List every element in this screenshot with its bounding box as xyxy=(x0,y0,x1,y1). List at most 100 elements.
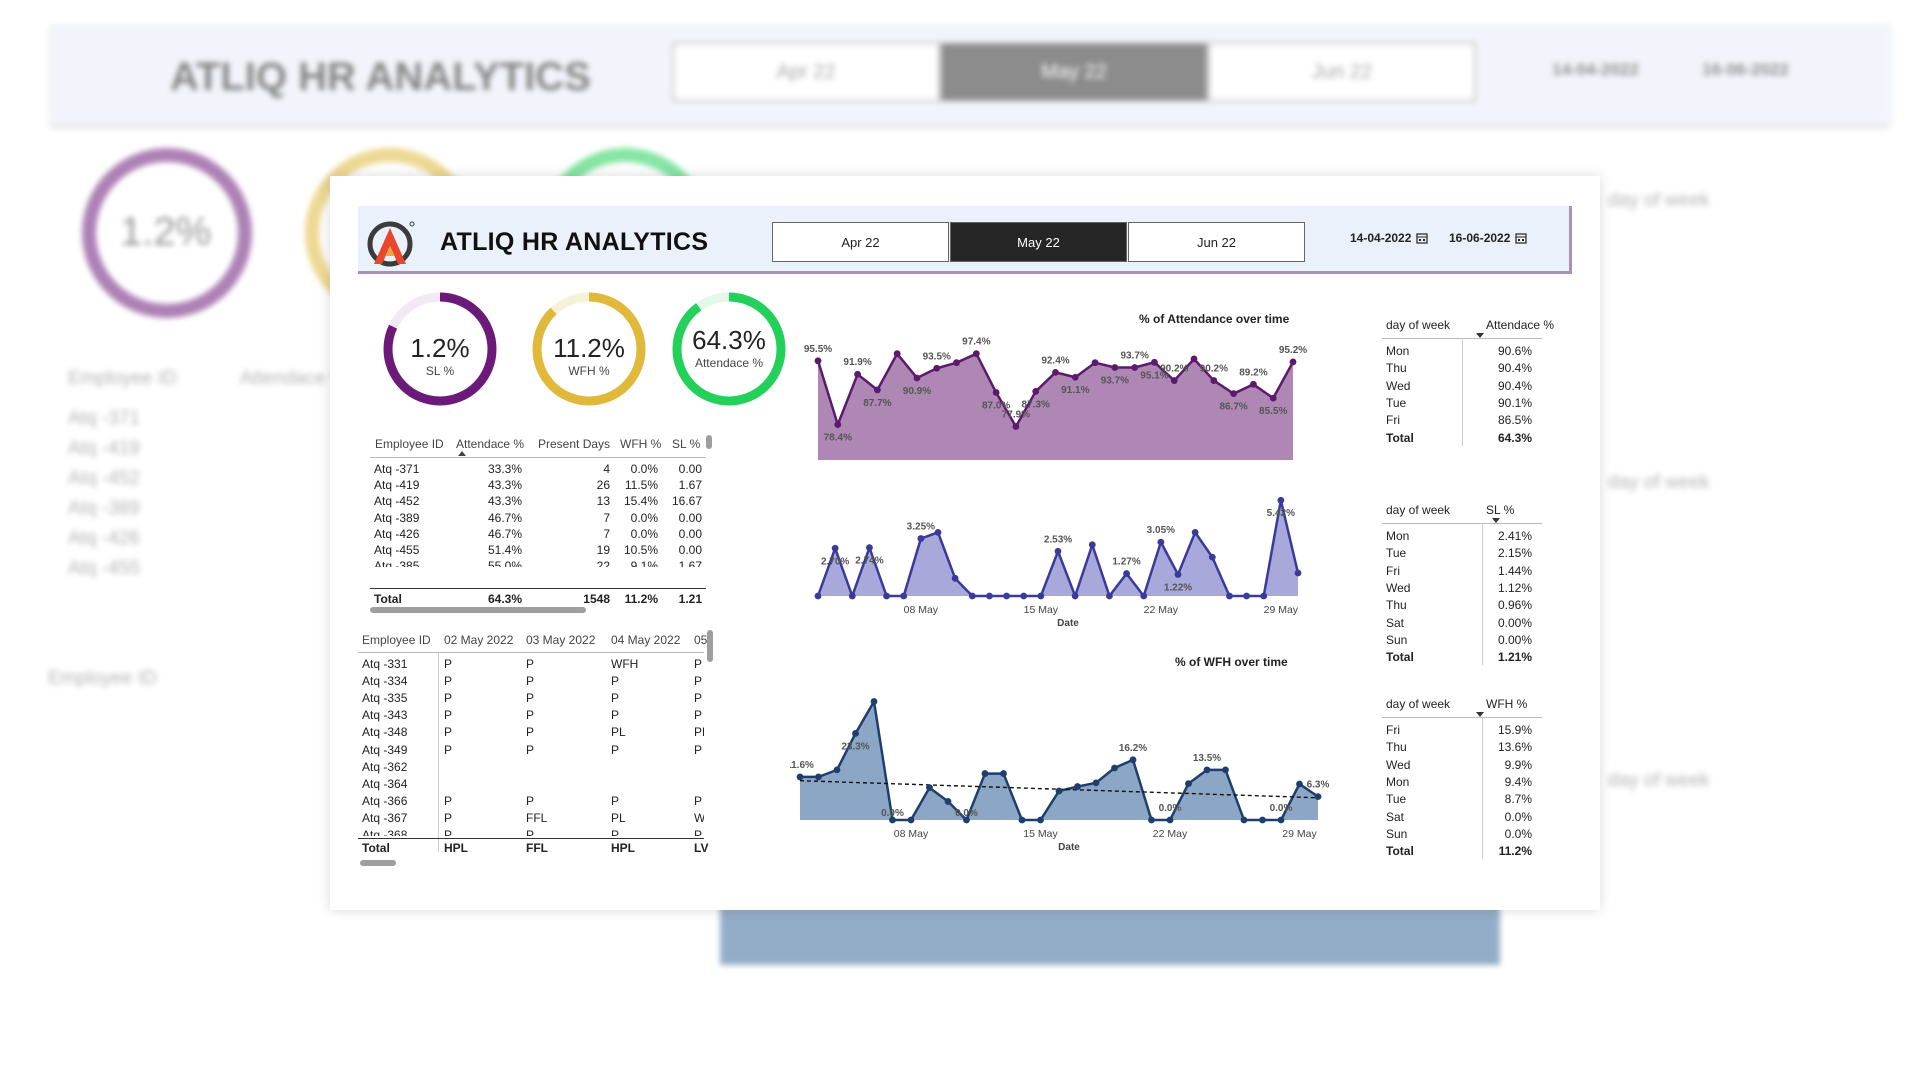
data-point[interactable] xyxy=(854,370,861,378)
data-point[interactable] xyxy=(834,421,842,429)
data-point[interactable] xyxy=(1074,783,1081,790)
data-point[interactable] xyxy=(796,773,804,781)
data-point[interactable] xyxy=(1240,816,1248,824)
data-point[interactable] xyxy=(848,592,856,600)
calendar-icon[interactable] xyxy=(1515,232,1527,244)
data-point[interactable] xyxy=(883,592,890,600)
data-point[interactable] xyxy=(926,784,933,792)
data-point[interactable] xyxy=(1190,355,1198,363)
data-point[interactable] xyxy=(852,730,859,737)
data-point[interactable] xyxy=(981,770,989,777)
data-point[interactable] xyxy=(968,592,976,600)
data-point[interactable] xyxy=(1243,592,1250,600)
data-point[interactable] xyxy=(1260,592,1268,600)
emp-header-present-days[interactable]: Present Days xyxy=(538,437,610,451)
data-point[interactable] xyxy=(814,357,822,365)
data-point[interactable] xyxy=(1289,358,1297,366)
data-point[interactable] xyxy=(1314,793,1322,800)
data-point[interactable] xyxy=(1129,756,1137,764)
emp-header-employee-id[interactable]: Employee ID xyxy=(375,437,444,451)
data-point[interactable] xyxy=(1140,592,1148,600)
data-point[interactable] xyxy=(1054,547,1062,555)
data-point[interactable] xyxy=(1055,787,1063,795)
data-point[interactable] xyxy=(831,544,839,552)
data-point[interactable] xyxy=(1037,592,1045,600)
data-point[interactable] xyxy=(1052,368,1059,376)
data-point[interactable] xyxy=(1148,816,1155,824)
tab-may-22[interactable]: May 22 xyxy=(950,222,1127,262)
sort-descending-icon[interactable] xyxy=(458,451,466,456)
employee-table-hscroll[interactable] xyxy=(370,607,586,613)
tab-apr-22[interactable]: Apr 22 xyxy=(772,222,949,262)
daily-table-hscroll[interactable] xyxy=(360,860,396,866)
calendar-icon[interactable] xyxy=(1416,232,1428,244)
data-point[interactable] xyxy=(992,389,1000,396)
data-point[interactable] xyxy=(1157,538,1165,546)
data-point[interactable] xyxy=(833,766,841,774)
emp-header-attendance[interactable]: Attendace % xyxy=(456,437,524,451)
data-point[interactable] xyxy=(1210,377,1218,384)
weekday-header-value[interactable]: WFH % xyxy=(1486,697,1527,711)
data-point[interactable] xyxy=(1226,592,1233,600)
data-point[interactable] xyxy=(1174,571,1182,578)
data-point[interactable] xyxy=(1091,359,1099,367)
data-point[interactable] xyxy=(951,574,959,582)
daily-header-day-2[interactable]: 03 May 2022 xyxy=(526,633,595,647)
data-point[interactable] xyxy=(1012,423,1020,430)
data-point[interactable] xyxy=(1250,380,1257,388)
data-point[interactable] xyxy=(953,359,960,367)
data-point[interactable] xyxy=(1003,592,1010,600)
data-point[interactable] xyxy=(1131,364,1139,371)
data-point[interactable] xyxy=(1018,816,1026,824)
daily-header-day-3[interactable]: 04 May 2022 xyxy=(611,633,680,647)
data-point[interactable] xyxy=(1185,780,1192,787)
data-point[interactable] xyxy=(1032,388,1040,395)
weekday-header-value[interactable]: SL % xyxy=(1486,503,1514,517)
data-point[interactable] xyxy=(1020,592,1028,600)
data-point[interactable] xyxy=(1296,780,1303,788)
data-point[interactable] xyxy=(934,529,942,536)
weekday-header-value[interactable]: Attendace % xyxy=(1486,318,1554,332)
data-point[interactable] xyxy=(1203,766,1211,774)
data-point[interactable] xyxy=(1222,766,1229,774)
data-point[interactable] xyxy=(814,592,822,600)
data-point[interactable] xyxy=(1230,390,1238,398)
data-point[interactable] xyxy=(1170,377,1178,384)
data-point[interactable] xyxy=(873,386,881,394)
data-point[interactable] xyxy=(986,592,993,600)
data-point[interactable] xyxy=(866,544,873,551)
data-point[interactable] xyxy=(1151,358,1158,366)
data-point[interactable] xyxy=(1071,373,1079,381)
data-point[interactable] xyxy=(907,816,915,824)
data-point[interactable] xyxy=(1277,816,1285,824)
data-point[interactable] xyxy=(870,698,878,705)
daily-header-employee-id[interactable]: Employee ID xyxy=(362,633,431,647)
data-point[interactable] xyxy=(1111,764,1118,772)
data-point[interactable] xyxy=(1037,816,1044,824)
daily-header-day-1[interactable]: 02 May 2022 xyxy=(444,633,513,647)
data-point[interactable] xyxy=(917,535,925,542)
data-point[interactable] xyxy=(1092,779,1100,787)
data-point[interactable] xyxy=(1111,364,1119,371)
emp-header-sl[interactable]: SL % xyxy=(672,437,700,451)
data-point[interactable] xyxy=(1259,816,1266,824)
data-point[interactable] xyxy=(893,350,901,358)
data-point[interactable] xyxy=(1191,529,1199,536)
daily-header-day-4[interactable]: 05 xyxy=(694,633,707,647)
data-point[interactable] xyxy=(1166,816,1174,824)
data-point[interactable] xyxy=(1123,570,1130,577)
tab-jun-22[interactable]: Jun 22 xyxy=(1128,222,1305,262)
data-point[interactable] xyxy=(1208,553,1216,561)
data-point[interactable] xyxy=(1000,770,1007,777)
date-to-picker[interactable]: 16-06-2022 xyxy=(1449,231,1527,245)
data-point[interactable] xyxy=(900,592,908,600)
data-point[interactable] xyxy=(1106,592,1113,600)
data-point[interactable] xyxy=(933,364,941,372)
employee-table-vscroll[interactable] xyxy=(706,435,712,449)
data-point[interactable] xyxy=(972,350,980,358)
data-point[interactable] xyxy=(913,374,921,382)
data-point[interactable] xyxy=(1088,541,1096,549)
data-point[interactable] xyxy=(1269,394,1277,402)
data-point[interactable] xyxy=(1071,592,1079,600)
date-from-picker[interactable]: 14-04-2022 xyxy=(1350,231,1428,245)
